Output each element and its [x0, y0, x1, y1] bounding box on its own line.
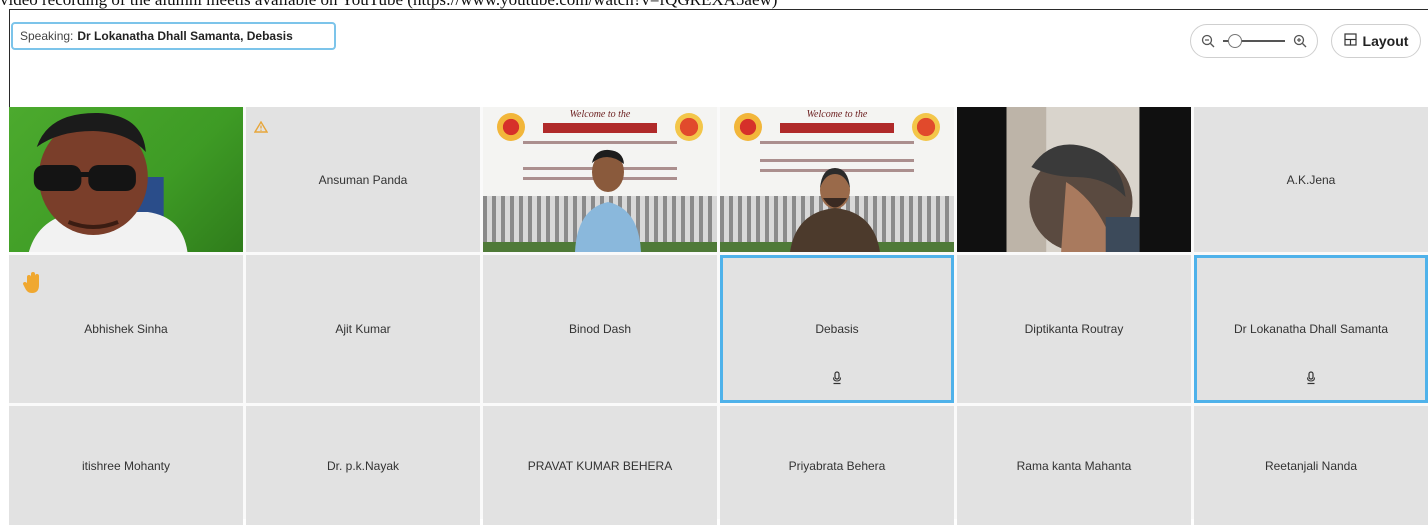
slide-banner — [780, 123, 894, 133]
layout-button[interactable]: Layout — [1331, 24, 1421, 58]
participant-tile[interactable]: Reetanjali Nanda — [1194, 406, 1428, 525]
participant-name: itishree Mohanty — [81, 458, 171, 473]
participant-grid: Ansuman Panda Welcome to the Welcome to … — [9, 107, 1428, 525]
slide-text-line — [523, 141, 677, 144]
slide-welcome-text: Welcome to the — [569, 109, 631, 120]
grid-layout-icon — [1343, 33, 1357, 49]
participant-tile[interactable]: Rama kanta Mahanta — [957, 406, 1191, 525]
participant-tile[interactable]: itishree Mohanty — [9, 406, 243, 525]
participant-tile-video-3[interactable]: Welcome to the — [720, 107, 954, 252]
participant-name: Abhishek Sinha — [84, 322, 168, 336]
participant-name: Debasis — [815, 322, 859, 336]
participant-video — [9, 107, 243, 252]
slide-text-line — [760, 141, 914, 144]
participant-name: PRAVAT KUMAR BEHERA — [527, 458, 673, 473]
participant-tile[interactable]: Abhishek Sinha — [9, 255, 243, 403]
participant-tile-video-4[interactable] — [957, 107, 1191, 252]
participant-name: Ajit Kumar — [335, 322, 391, 336]
participant-tile[interactable]: Diptikanta Routray — [957, 255, 1191, 403]
participant-person — [790, 168, 880, 252]
participant-name: Ansuman Panda — [318, 172, 408, 187]
participant-name: Dr. p.k.Nayak — [326, 458, 400, 473]
participant-tile[interactable]: Ajit Kumar — [246, 255, 480, 403]
raised-hand-icon — [23, 271, 43, 301]
participant-video: Welcome to the — [483, 107, 717, 252]
zoom-out-icon[interactable] — [1201, 34, 1215, 48]
participant-person — [575, 149, 641, 252]
participant-tile-active[interactable]: Debasis — [720, 255, 954, 403]
participant-name: Dr Lokanatha Dhall Samanta — [1233, 322, 1389, 336]
layout-label: Layout — [1362, 33, 1409, 49]
participant-tile-active[interactable]: Dr Lokanatha Dhall Samanta — [1194, 255, 1428, 403]
zoom-slider-thumb[interactable] — [1228, 34, 1242, 48]
zoom-control[interactable] — [1190, 24, 1318, 58]
microphone-icon — [832, 371, 842, 388]
participant-tile[interactable]: A.K.Jena — [1194, 107, 1428, 252]
participant-tile-video-2[interactable]: Welcome to the — [483, 107, 717, 252]
participant-tile[interactable]: Binod Dash — [483, 255, 717, 403]
participant-name: Rama kanta Mahanta — [1016, 458, 1132, 473]
warning-icon — [253, 120, 269, 136]
participant-name: Diptikanta Routray — [1024, 322, 1124, 336]
speaking-label: Speaking: — [20, 29, 74, 43]
participant-tile[interactable]: Dr. p.k.Nayak — [246, 406, 480, 525]
participant-tile-video-1[interactable] — [9, 107, 243, 252]
participant-name: Priyabrata Behera — [788, 458, 886, 473]
zoom-in-icon[interactable] — [1293, 34, 1307, 48]
participant-name: Reetanjali Nanda — [1264, 458, 1358, 473]
zoom-slider[interactable] — [1223, 34, 1285, 48]
participant-tile[interactable]: Ansuman Panda — [246, 107, 480, 252]
participant-video: Welcome to the — [720, 107, 954, 252]
participant-video — [957, 107, 1191, 252]
participant-tile[interactable]: PRAVAT KUMAR BEHERA — [483, 406, 717, 525]
speaking-indicator: Speaking: Dr Lokanatha Dhall Samanta, De… — [11, 22, 336, 50]
microphone-icon — [1306, 371, 1316, 388]
slide-banner — [543, 123, 657, 133]
speaking-names: Dr Lokanatha Dhall Samanta, Debasis — [77, 29, 293, 43]
caption-text: video recording of the alumni meetis ava… — [0, 0, 1428, 9]
slide-welcome-text: Welcome to the — [806, 109, 868, 120]
participant-name: Binod Dash — [568, 322, 632, 336]
participant-name: A.K.Jena — [1286, 172, 1336, 187]
participant-tile[interactable]: Priyabrata Behera — [720, 406, 954, 525]
